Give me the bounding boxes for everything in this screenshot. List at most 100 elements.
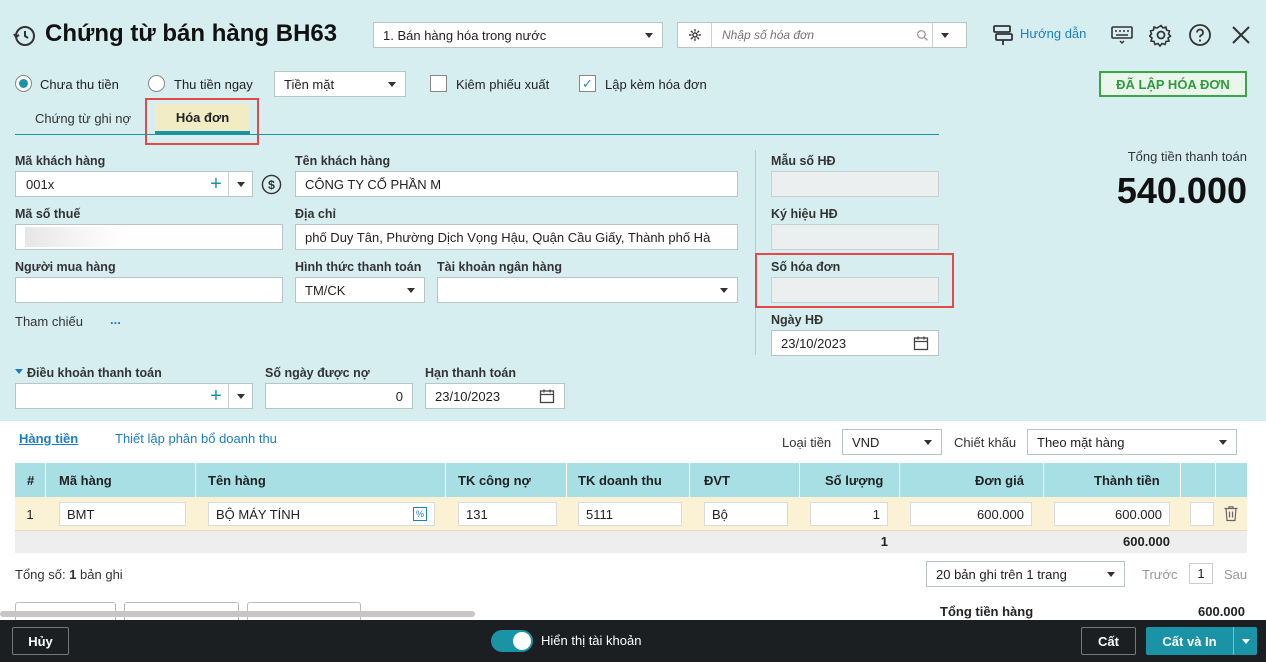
chevron-down-icon	[720, 287, 728, 293]
help-icon[interactable]	[1187, 22, 1213, 48]
export-checkbox[interactable]	[430, 75, 447, 92]
percent-icon[interactable]: %	[413, 507, 427, 521]
unpaid-radio[interactable]	[15, 75, 32, 92]
invoice-checkbox[interactable]: ✓	[579, 75, 596, 92]
record-count: Tổng số: 1 bản ghi	[15, 567, 123, 582]
table-row[interactable]: 1 BMT BỘ MÁY TÍNH % 131 5111 Bộ 1 600.00…	[15, 497, 1247, 531]
trash-icon[interactable]	[1223, 505, 1239, 525]
cell-name[interactable]: BỘ MÁY TÍNH %	[208, 502, 435, 526]
chevron-down-icon	[1219, 439, 1227, 445]
discount-label: Chiết khấu	[954, 435, 1017, 450]
prev-page-button[interactable]: Trước	[1142, 567, 1178, 582]
cell-extra[interactable]	[1190, 502, 1214, 526]
customer-name-label: Tên khách hàng	[295, 154, 391, 168]
tax-code-input[interactable]	[15, 224, 283, 250]
template-input[interactable]	[771, 171, 939, 197]
total-value: 540.000	[1116, 170, 1247, 211]
close-icon[interactable]	[1228, 22, 1254, 48]
total-label: Tổng tiền thanh toán	[1127, 149, 1247, 164]
paid-now-radio[interactable]	[148, 75, 165, 92]
current-page[interactable]: 1	[1189, 563, 1213, 584]
history-icon[interactable]	[11, 23, 37, 49]
terms-dropdown-button[interactable]	[228, 384, 252, 408]
customer-name-input[interactable]: CÔNG TY CỔ PHẦN M	[295, 171, 738, 197]
voucher-type-select[interactable]: 1. Bán hàng hóa trong nước	[373, 22, 663, 48]
tab-goods[interactable]: Hàng tiền	[19, 431, 78, 446]
buyer-label: Người mua hàng	[15, 260, 116, 274]
template-label: Mẫu số HĐ	[771, 154, 836, 168]
save-print-button[interactable]: Cất và In	[1146, 627, 1233, 655]
svg-text:$: $	[268, 177, 275, 191]
cell-revenue-account[interactable]: 5111	[578, 502, 682, 526]
invoice-number-search-input[interactable]	[712, 23, 912, 47]
calendar-icon[interactable]	[539, 388, 555, 404]
page-title: Chứng từ bán hàng BH63	[45, 20, 338, 47]
guide-icon[interactable]	[990, 22, 1016, 48]
buyer-input[interactable]	[15, 277, 283, 303]
tab-underline	[15, 134, 939, 135]
gear-icon[interactable]	[678, 23, 712, 47]
chevron-down-icon	[645, 32, 653, 38]
col-header-no: #	[27, 472, 35, 488]
chevron-down-icon	[924, 439, 932, 445]
cell-amount[interactable]: 600.000	[1054, 502, 1170, 526]
tab-debit-voucher[interactable]: Chứng từ ghi nợ	[35, 111, 131, 126]
reference-more-button[interactable]: ...	[110, 312, 121, 327]
cell-price[interactable]: 600.000	[910, 502, 1032, 526]
cell-quantity[interactable]: 1	[810, 502, 888, 526]
invoice-search-group	[677, 22, 967, 48]
chevron-down-icon	[1241, 638, 1250, 644]
search-dropdown-button[interactable]	[932, 23, 956, 47]
discount-select[interactable]: Theo mặt hàng	[1027, 429, 1237, 455]
chevron-down-icon	[1107, 571, 1115, 577]
col-header-price: Đơn giá	[975, 472, 1024, 488]
pay-form-label: Hình thức thanh toán	[295, 260, 422, 274]
invoice-date-input[interactable]: 23/10/2023	[771, 330, 939, 356]
partial-total-value: 600.000	[1198, 604, 1245, 619]
customer-dropdown-button[interactable]	[228, 172, 252, 196]
next-page-button[interactable]: Sau	[1224, 567, 1247, 582]
keyboard-icon[interactable]	[1109, 23, 1135, 47]
cell-debt-account[interactable]: 131	[458, 502, 557, 526]
credit-days-input[interactable]: 0	[265, 383, 413, 409]
row-number: 1	[26, 506, 34, 522]
symbol-label: Ký hiệu HĐ	[771, 207, 838, 221]
collapse-caret-icon[interactable]	[15, 369, 23, 374]
bank-select[interactable]	[437, 277, 738, 303]
settings-icon[interactable]	[1148, 22, 1174, 48]
plus-icon[interactable]: +	[204, 172, 228, 196]
page-size-select[interactable]: 20 bản ghi trên 1 trang	[926, 561, 1125, 587]
highlight-box	[145, 98, 259, 145]
cell-unit[interactable]: Bộ	[704, 502, 788, 526]
symbol-input[interactable]	[771, 224, 939, 250]
currency-label: Loại tiền	[782, 435, 832, 450]
terms-label: Điều khoản thanh toán	[27, 366, 162, 380]
calendar-icon[interactable]	[913, 335, 929, 351]
save-print-dropdown[interactable]	[1233, 627, 1257, 655]
tab-revenue-allocation[interactable]: Thiết lập phân bổ doanh thu	[115, 431, 277, 446]
due-date-input[interactable]: 23/10/2023	[425, 383, 565, 409]
tax-code-label: Mã số thuế	[15, 207, 81, 221]
search-icon[interactable]	[912, 29, 932, 42]
address-input[interactable]: phố Duy Tân, Phường Dịch Vọng Hậu, Quận …	[295, 224, 738, 250]
plus-icon[interactable]: +	[204, 384, 228, 408]
toggle-knob	[513, 632, 531, 650]
debt-dollar-icon[interactable]: $	[260, 173, 282, 195]
customer-code-input[interactable]: 001x	[16, 177, 204, 192]
sum-quantity: 1	[880, 534, 888, 549]
help-link[interactable]: Hướng dẫn	[1020, 26, 1086, 41]
show-account-toggle[interactable]	[491, 630, 533, 652]
partial-total-label: Tổng tiền hàng	[940, 604, 1034, 619]
due-date-label: Hạn thanh toán	[425, 366, 516, 380]
highlight-box	[755, 253, 954, 308]
col-header-code: Mã hàng	[59, 472, 112, 488]
currency-select[interactable]: VND	[842, 429, 942, 455]
pay-form-select[interactable]: TM/CK	[295, 277, 425, 303]
payment-method-select[interactable]: Tiền mặt	[274, 71, 406, 97]
table-header: # Mã hàng Tên hàng TK công nợ TK doanh t…	[15, 463, 1247, 497]
horizontal-scrollbar[interactable]	[0, 611, 475, 617]
chevron-down-icon	[407, 287, 415, 293]
cell-code[interactable]: BMT	[59, 502, 186, 526]
cancel-button[interactable]: Hủy	[12, 627, 69, 655]
save-button[interactable]: Cất	[1081, 627, 1136, 655]
